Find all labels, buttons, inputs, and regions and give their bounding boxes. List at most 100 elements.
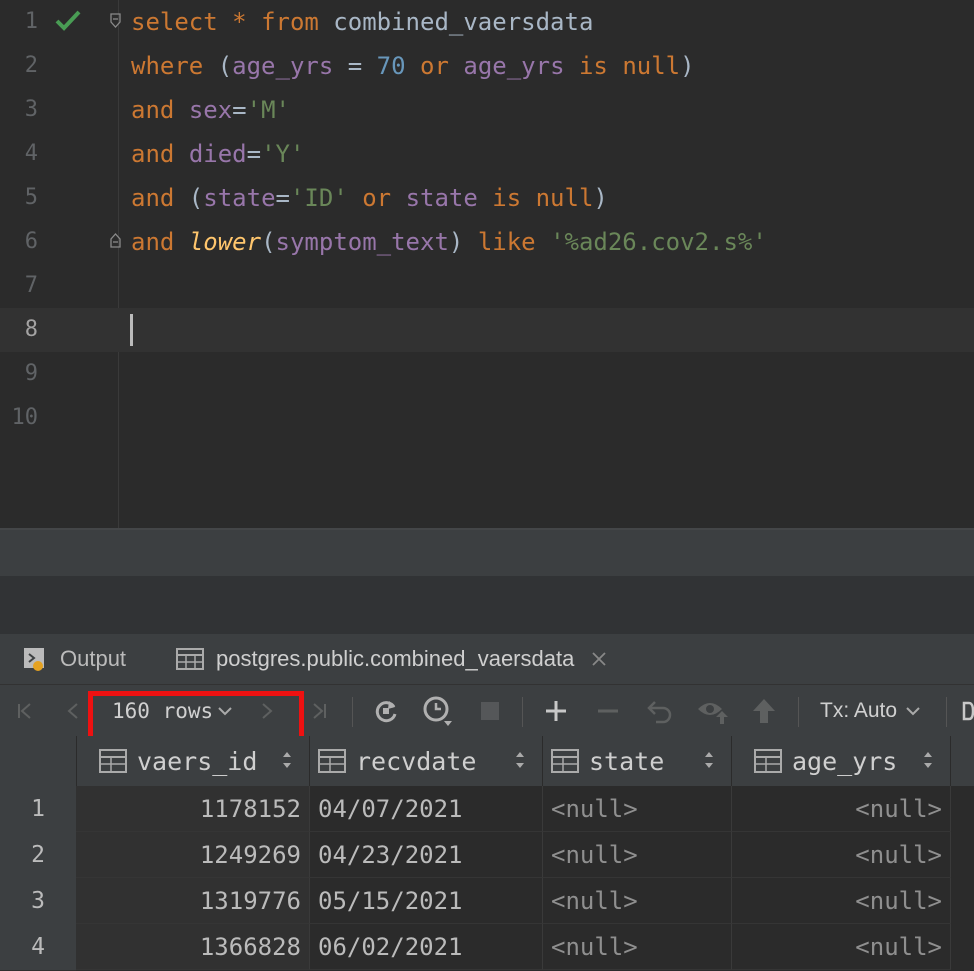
editor-line[interactable]: 10 bbox=[0, 396, 974, 440]
column-icon bbox=[754, 749, 782, 773]
tx-mode-label: Tx: Auto bbox=[820, 699, 898, 722]
row-number[interactable]: 2 bbox=[0, 832, 76, 879]
sql-editor[interactable]: 1 select * from combined_vaersdata 2 whe… bbox=[0, 0, 974, 528]
line-number: 1 bbox=[24, 9, 38, 34]
table-icon bbox=[176, 648, 204, 670]
code-text: and died='Y' bbox=[131, 140, 305, 168]
cell-vaers-id[interactable]: 1319776 bbox=[76, 878, 310, 924]
cell-age-yrs[interactable]: <null> bbox=[732, 878, 951, 924]
cell-vaers-id[interactable]: 1178152 bbox=[76, 786, 310, 832]
line-number: 7 bbox=[24, 273, 38, 298]
first-page-button[interactable] bbox=[8, 685, 42, 737]
refresh-icon bbox=[375, 701, 397, 723]
column-header-recvdate[interactable]: recvdate bbox=[310, 736, 543, 786]
column-header-age-yrs[interactable]: age_yrs bbox=[732, 736, 951, 786]
cell-vaers-id[interactable]: 1249269 bbox=[76, 832, 310, 878]
toolbar-separator bbox=[352, 697, 353, 727]
cell-recvdate[interactable]: 04/23/2021 bbox=[310, 832, 543, 878]
editor-line[interactable]: 4 and died='Y' bbox=[0, 132, 974, 176]
close-icon[interactable] bbox=[590, 650, 608, 668]
row-number[interactable]: 3 bbox=[0, 878, 76, 925]
editor-line[interactable]: 2 where (age_yrs = 70 or age_yrs is null… bbox=[0, 44, 974, 88]
column-header-overflow[interactable] bbox=[951, 736, 974, 786]
add-row-icon bbox=[546, 701, 566, 721]
cell-vaers-id[interactable]: 1366828 bbox=[76, 924, 310, 970]
output-icon bbox=[24, 648, 44, 671]
revert-button[interactable] bbox=[640, 685, 680, 737]
cell-state[interactable]: <null> bbox=[543, 832, 732, 878]
line-number: 9 bbox=[24, 361, 38, 386]
cell-age-yrs[interactable]: <null> bbox=[732, 832, 951, 878]
column-header-label: age_yrs bbox=[792, 746, 898, 776]
stop-icon bbox=[481, 702, 499, 720]
line-number: 8 bbox=[24, 317, 38, 342]
column-header-label: state bbox=[589, 746, 665, 776]
line-number: 5 bbox=[24, 185, 38, 210]
sort-icon[interactable] bbox=[922, 750, 934, 770]
fold-end-icon[interactable] bbox=[110, 233, 121, 248]
history-button[interactable] bbox=[418, 685, 458, 737]
row-number[interactable]: 4 bbox=[0, 924, 76, 971]
refresh-button[interactable] bbox=[366, 685, 406, 737]
editor-line[interactable]: 7 bbox=[0, 264, 974, 308]
editor-line-current[interactable]: 8 bbox=[0, 308, 974, 352]
cell-recvdate[interactable]: 04/07/2021 bbox=[310, 786, 543, 832]
prev-page-button[interactable] bbox=[58, 685, 88, 737]
submit-button[interactable] bbox=[744, 685, 784, 737]
cell-state[interactable]: <null> bbox=[543, 878, 732, 924]
editor-line[interactable]: 5 and (state='ID' or state is null) bbox=[0, 176, 974, 220]
first-page-icon bbox=[18, 703, 31, 719]
tab-combined-vaersdata[interactable]: postgres.public.combined_vaersdata bbox=[176, 634, 608, 684]
row-number[interactable]: 1 bbox=[0, 786, 76, 833]
cell-age-yrs[interactable]: <null> bbox=[732, 924, 951, 970]
panel-header-strip bbox=[0, 576, 974, 634]
sort-icon[interactable] bbox=[703, 750, 715, 770]
last-page-button[interactable] bbox=[302, 685, 336, 737]
editor-line[interactable]: 6 and lower(symptom_text) like '%ad26.co… bbox=[0, 220, 974, 264]
cell-recvdate[interactable]: 06/02/2021 bbox=[310, 924, 543, 970]
line-number: 3 bbox=[24, 97, 38, 122]
history-icon bbox=[423, 696, 452, 726]
delete-row-button[interactable] bbox=[588, 685, 628, 737]
code-text: select * from combined_vaersdata bbox=[131, 8, 594, 36]
last-page-icon bbox=[313, 703, 326, 719]
results-tabs: Output postgres.public.combined_vaersdat… bbox=[0, 634, 974, 684]
ddl-icon bbox=[962, 701, 974, 721]
tx-mode-dropdown[interactable]: Tx: Auto bbox=[820, 685, 930, 737]
editor-line[interactable]: 9 bbox=[0, 352, 974, 396]
column-header-label: recvdate bbox=[356, 746, 477, 776]
line-number: 2 bbox=[24, 53, 38, 78]
column-header-state[interactable]: state bbox=[543, 736, 732, 786]
toolbar-separator bbox=[946, 697, 947, 727]
stop-button[interactable] bbox=[470, 685, 510, 737]
cell-state[interactable]: <null> bbox=[543, 786, 732, 832]
cell-recvdate[interactable]: 05/15/2021 bbox=[310, 878, 543, 924]
add-row-button[interactable] bbox=[536, 685, 576, 737]
editor-line[interactable]: 1 select * from combined_vaersdata bbox=[0, 0, 974, 44]
column-icon bbox=[551, 749, 579, 773]
submit-icon bbox=[753, 699, 775, 723]
grid-corner[interactable] bbox=[0, 736, 77, 786]
preview-button[interactable] bbox=[692, 685, 732, 737]
column-header-label: vaers_id bbox=[137, 746, 258, 776]
panel-splitter[interactable] bbox=[0, 528, 974, 576]
sort-icon[interactable] bbox=[514, 750, 526, 770]
cell-age-yrs[interactable]: <null> bbox=[732, 786, 951, 832]
tab-output[interactable]: Output bbox=[22, 634, 126, 684]
line-number: 10 bbox=[11, 405, 39, 430]
line-number: 6 bbox=[24, 229, 38, 254]
column-header-vaers-id[interactable]: vaers_id bbox=[77, 736, 310, 786]
checkmark-icon bbox=[55, 10, 81, 31]
editor-line[interactable]: 3 and sex='M' bbox=[0, 88, 974, 132]
column-icon bbox=[99, 749, 127, 773]
cell-state[interactable]: <null> bbox=[543, 924, 732, 970]
sort-icon[interactable] bbox=[281, 750, 293, 770]
fold-open-icon[interactable] bbox=[110, 13, 121, 28]
code-text: and lower(symptom_text) like '%ad26.cov2… bbox=[131, 228, 767, 256]
revert-icon bbox=[647, 701, 672, 724]
ddl-button-partial[interactable] bbox=[960, 685, 974, 737]
tab-label: postgres.public.combined_vaersdata bbox=[216, 646, 575, 671]
code-text: and (state='ID' or state is null) bbox=[131, 184, 608, 212]
results-grid[interactable]: vaers_id recvdate state age_yrs 1 117815… bbox=[0, 736, 974, 971]
toolbar-separator bbox=[522, 697, 523, 727]
